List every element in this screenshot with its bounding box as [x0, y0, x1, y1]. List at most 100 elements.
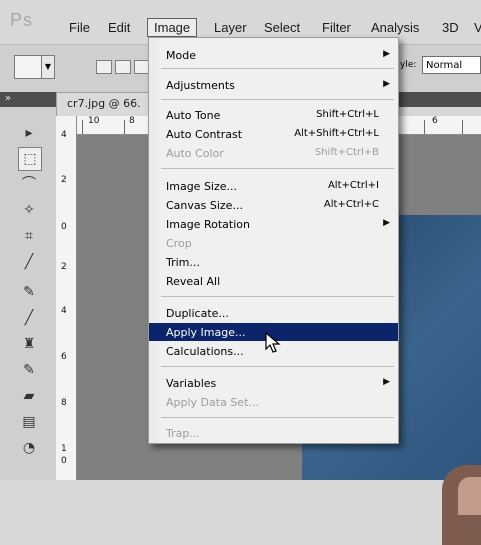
ruler-label: 0: [61, 222, 67, 232]
menu-item-auto-tone[interactable]: Auto Tone Shift+Ctrl+L: [149, 106, 398, 124]
brush-tool-icon[interactable]: ╱: [18, 307, 40, 329]
menu-item-reveal-all[interactable]: Reveal All: [149, 272, 398, 290]
menu-image[interactable]: Image: [147, 18, 198, 37]
menu-item-duplicate[interactable]: Duplicate...: [149, 304, 398, 322]
lasso-tool-icon[interactable]: ⌒: [18, 173, 40, 195]
menu-separator: [161, 68, 394, 69]
menu-item-shortcut: Alt+Ctrl+C: [323, 199, 379, 210]
ruler-label: 8: [61, 398, 67, 408]
crop-tool-icon[interactable]: ⌗: [18, 225, 40, 247]
double-chevron-icon[interactable]: »: [5, 93, 11, 105]
document-tab[interactable]: cr7.jpg @ 66.: [56, 92, 152, 116]
clone-stamp-tool-icon[interactable]: ♜: [18, 333, 40, 355]
marquee-preset-button[interactable]: [14, 55, 42, 79]
menu-item-apply-data-set: Apply Data Set...: [149, 393, 398, 411]
ruler-tick: [82, 120, 83, 134]
mouse-cursor-icon: [265, 331, 281, 353]
menu-item-label: Canvas Size...: [166, 199, 243, 212]
submenu-arrow-icon: ▶: [383, 79, 390, 89]
menu-separator: [161, 168, 394, 169]
style-label: yle:: [400, 60, 417, 70]
menu-view[interactable]: V: [474, 20, 481, 35]
photo-subject: [442, 465, 481, 545]
menu-item-label: Reveal All: [166, 275, 221, 288]
submenu-arrow-icon: ▶: [383, 49, 390, 59]
menu-item-label: Mode: [166, 49, 196, 62]
eraser-tool-icon[interactable]: ▰: [18, 385, 40, 407]
menu-layer[interactable]: Layer: [214, 20, 247, 35]
menu-item-shortcut: Shift+Ctrl+L: [316, 109, 379, 120]
ruler-tick: [424, 120, 425, 134]
menu-item-shortcut: Alt+Ctrl+I: [327, 180, 379, 191]
ruler-tick: [124, 120, 125, 134]
menu-item-trap: Trap...: [149, 424, 398, 442]
image-menu-dropdown: Mode ▶ Adjustments ▶ Auto Tone Shift+Ctr…: [148, 37, 399, 444]
menu-file[interactable]: File: [69, 20, 90, 35]
menu-item-crop: Crop: [149, 234, 398, 252]
gradient-tool-icon[interactable]: ▤: [18, 411, 40, 433]
menu-item-shortcut: Alt+Shift+Ctrl+L: [294, 128, 379, 139]
menu-item-auto-color: Auto Color Shift+Ctrl+B: [149, 144, 398, 162]
menu-item-image-size[interactable]: Image Size... Alt+Ctrl+I: [149, 177, 398, 195]
menu-analysis[interactable]: Analysis: [371, 20, 419, 35]
menu-item-shortcut: Shift+Ctrl+B: [314, 147, 379, 158]
submenu-arrow-icon: ▶: [383, 218, 390, 228]
menu-filter[interactable]: Filter: [322, 20, 351, 35]
document-tab-title: cr7.jpg @ 66.: [67, 97, 141, 110]
menu-item-canvas-size[interactable]: Canvas Size... Alt+Ctrl+C: [149, 196, 398, 214]
ruler-tick: [462, 120, 463, 134]
move-tool-icon[interactable]: ▸: [18, 122, 40, 144]
menu-select[interactable]: Select: [264, 20, 300, 35]
ruler-label: 4: [61, 130, 67, 140]
menu-item-trim[interactable]: Trim...: [149, 253, 398, 271]
blur-tool-icon[interactable]: ◔: [18, 437, 40, 459]
menu-item-image-rotation[interactable]: Image Rotation ▶: [149, 215, 398, 233]
ruler-label: 2: [61, 262, 67, 272]
menu-edit[interactable]: Edit: [108, 20, 130, 35]
menu-item-label: Duplicate...: [166, 307, 229, 320]
menu-separator: [161, 417, 394, 418]
ruler-label: 4: [61, 306, 67, 316]
photoshop-logo: Ps: [10, 10, 34, 30]
ruler-label: 2: [61, 175, 67, 185]
eyedropper-tool-icon[interactable]: ╱: [18, 251, 40, 273]
magic-wand-tool-icon[interactable]: ✧: [18, 199, 40, 221]
menu-separator: [161, 366, 394, 367]
menu-item-label: Crop: [166, 237, 192, 250]
tools-panel: ▸ ⬚ ⌒ ✧ ⌗ ╱ ✎ ╱ ♜ ✎ ▰ ▤ ◔: [0, 107, 57, 480]
style-select[interactable]: Normal: [422, 56, 481, 74]
menu-item-label: Trap...: [166, 427, 200, 440]
ruler-label: 10: [88, 116, 100, 126]
menu-item-variables[interactable]: Variables ▶: [149, 374, 398, 392]
menu-item-adjustments[interactable]: Adjustments ▶: [149, 76, 398, 94]
menu-item-auto-contrast[interactable]: Auto Contrast Alt+Shift+Ctrl+L: [149, 125, 398, 143]
menu-item-label: Apply Data Set...: [166, 396, 259, 409]
menu-item-label: Adjustments: [166, 79, 235, 92]
menu-separator: [161, 296, 394, 297]
chevron-down-icon[interactable]: ▼: [41, 55, 55, 79]
marquee-tool-icon[interactable]: ⬚: [18, 147, 42, 171]
ruler-label: 1: [61, 444, 67, 454]
ruler-label: 8: [129, 116, 135, 126]
vertical-ruler: 4 2 0 2 4 6 8 1 0: [56, 116, 77, 480]
menu-item-label: Auto Color: [166, 147, 224, 160]
menu-item-label: Auto Tone: [166, 109, 221, 122]
ruler-label: 0: [61, 456, 67, 466]
menu-separator: [161, 99, 394, 100]
menu-3d[interactable]: 3D: [442, 20, 459, 35]
menu-item-label: Variables: [166, 377, 217, 390]
menu-item-label: Image Size...: [166, 180, 238, 193]
menu-item-label: Calculations...: [166, 345, 244, 358]
ruler-label: 6: [432, 116, 438, 126]
submenu-arrow-icon: ▶: [383, 377, 390, 387]
new-selection-icon[interactable]: [96, 60, 112, 74]
menu-item-label: Image Rotation: [166, 218, 250, 231]
history-brush-tool-icon[interactable]: ✎: [18, 359, 40, 381]
healing-brush-tool-icon[interactable]: ✎: [18, 281, 40, 303]
ruler-label: 6: [61, 352, 67, 362]
menu-item-label: Apply Image...: [166, 326, 246, 339]
menu-item-label: Trim...: [166, 256, 200, 269]
add-to-selection-icon[interactable]: [115, 60, 131, 74]
menu-item-label: Auto Contrast: [166, 128, 243, 141]
menu-item-mode[interactable]: Mode ▶: [149, 46, 398, 64]
